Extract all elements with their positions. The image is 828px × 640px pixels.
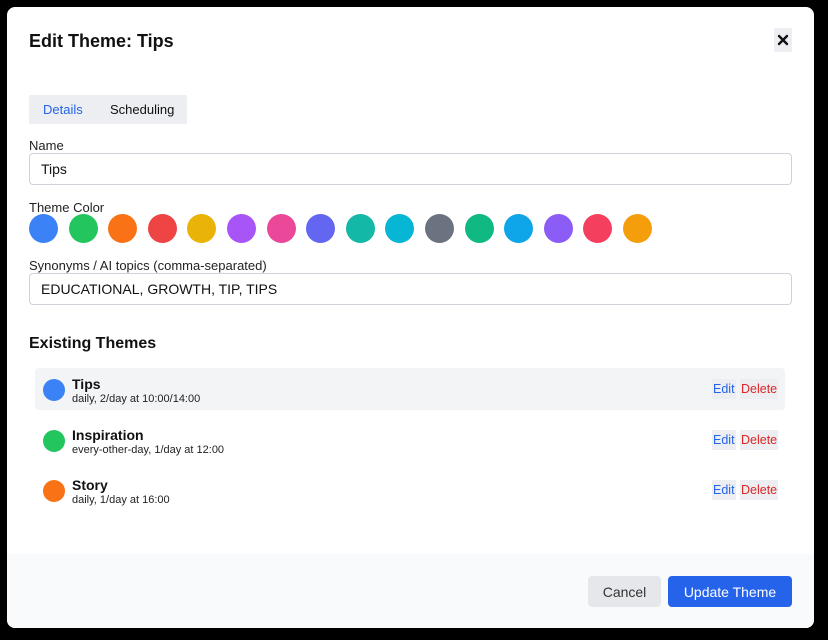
color-swatch[interactable]	[306, 214, 336, 243]
color-swatch[interactable]	[424, 214, 454, 243]
theme-name: Tips	[72, 376, 101, 392]
delete-theme-button[interactable]: Delete	[740, 379, 779, 399]
theme-color-dot	[43, 480, 65, 502]
color-swatch[interactable]	[187, 214, 217, 243]
close-button[interactable]	[774, 28, 792, 52]
theme-row: QuickEditDelete	[35, 520, 785, 531]
color-swatch[interactable]	[543, 214, 573, 243]
theme-row: Tips daily, 2/day at 10:00/14:00 Edit Delet…	[35, 368, 785, 410]
color-swatch[interactable]	[345, 214, 375, 243]
theme-row: Story daily, 1/day at 16:00 Edit Delete	[35, 469, 785, 511]
edit-theme-button[interactable]: Edit	[712, 379, 736, 399]
tab-scheduling[interactable]: Scheduling	[96, 95, 174, 124]
theme-name: Inspiration	[72, 427, 144, 443]
name-input[interactable]	[29, 153, 792, 185]
synonyms-label: Synonyms / AI topics (comma-separated)	[29, 258, 267, 273]
color-swatch[interactable]	[108, 214, 138, 243]
edit-theme-button[interactable]: Edit	[712, 480, 736, 500]
update-theme-button[interactable]: Update Theme	[668, 576, 792, 607]
color-swatch[interactable]	[29, 214, 58, 243]
theme-row: Inspiration every-other-day, 1/day at 12:…	[35, 419, 785, 461]
edit-theme-button[interactable]: Edit	[712, 430, 736, 450]
tab-details[interactable]: Details	[29, 95, 96, 124]
delete-theme-button[interactable]: Delete	[740, 480, 779, 500]
color-swatch-group	[29, 214, 652, 243]
color-swatch[interactable]	[583, 214, 613, 243]
color-swatch[interactable]	[504, 214, 534, 243]
color-swatch[interactable]	[464, 214, 494, 243]
theme-color-label: Theme Color	[29, 200, 105, 215]
name-label: Name	[29, 138, 64, 153]
color-swatch[interactable]	[68, 214, 98, 243]
color-swatch[interactable]	[147, 214, 177, 243]
theme-schedule: daily, 1/day at 16:00	[72, 494, 170, 506]
color-swatch[interactable]	[385, 214, 415, 243]
edit-theme-modal: Edit Theme: Tips Details Scheduling Name…	[7, 7, 814, 628]
theme-schedule: every-other-day, 1/day at 12:00	[72, 444, 225, 456]
delete-theme-button[interactable]: Delete	[740, 430, 779, 450]
theme-list: Tips daily, 2/day at 10:00/14:00 Edit Delet…	[35, 368, 785, 531]
existing-themes-heading: Existing Themes	[29, 335, 157, 352]
color-swatch[interactable]	[226, 214, 256, 243]
tab-bar: Details Scheduling	[29, 95, 187, 124]
theme-schedule: daily, 2/day at 10:00/14:00	[72, 393, 201, 405]
cancel-button[interactable]: Cancel	[588, 576, 661, 607]
synonyms-input[interactable]	[29, 273, 792, 305]
modal-title: Edit Theme: Tips	[29, 31, 174, 51]
theme-color-dot	[43, 430, 65, 452]
theme-color-dot	[43, 379, 65, 401]
modal-footer: Cancel Update Theme	[7, 554, 814, 628]
color-swatch[interactable]	[622, 214, 652, 243]
color-swatch[interactable]	[266, 214, 296, 243]
theme-name: Quick	[72, 528, 111, 531]
theme-name: Story	[72, 477, 108, 493]
close-icon	[777, 34, 789, 46]
